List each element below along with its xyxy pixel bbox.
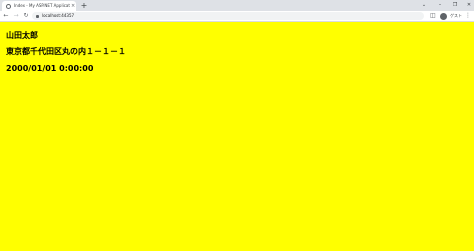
tab-search-button[interactable]: ⌄ xyxy=(419,0,429,11)
address-bar[interactable]: localhost:44357 xyxy=(32,12,424,20)
datetime-value: 2000/01/01 0:00:00 xyxy=(6,64,94,73)
page-content: 山田太郎 東京都千代田区丸の内１－１－１ 2000/01/01 0:00:00 xyxy=(0,22,474,251)
browser-toolbar: ← → ↻ localhost:44357 ◫ ゲスト ⋮ xyxy=(0,11,474,22)
person-address: 東京都千代田区丸の内１－１－１ xyxy=(6,47,126,56)
side-panel-icon[interactable]: ◫ xyxy=(430,12,436,20)
back-button[interactable]: ← xyxy=(2,11,10,21)
tab-index[interactable]: Index - My ASP.NET Application × xyxy=(2,1,76,11)
tab-strip: Index - My ASP.NET Application × + ⌄ – ❐… xyxy=(0,0,474,11)
profile-label[interactable]: ゲスト xyxy=(450,12,462,20)
lock-icon[interactable] xyxy=(36,15,39,18)
globe-icon xyxy=(6,3,11,9)
person-name: 山田太郎 xyxy=(6,31,38,40)
new-tab-button[interactable]: + xyxy=(80,0,88,11)
reload-button[interactable]: ↻ xyxy=(22,11,30,21)
tab-title: Index - My ASP.NET Application xyxy=(14,3,70,8)
maximize-button[interactable]: ❐ xyxy=(450,0,460,11)
close-icon[interactable]: × xyxy=(71,1,75,11)
browser-window: Index - My ASP.NET Application × + ⌄ – ❐… xyxy=(0,0,474,251)
profile-avatar-icon[interactable] xyxy=(440,13,447,20)
url-text[interactable]: localhost:44357 xyxy=(42,12,74,20)
kebab-menu-icon[interactable]: ⋮ xyxy=(465,12,471,20)
minimize-button[interactable]: – xyxy=(435,0,445,11)
forward-button[interactable]: → xyxy=(12,11,20,21)
close-window-button[interactable]: ✕ xyxy=(464,0,474,11)
